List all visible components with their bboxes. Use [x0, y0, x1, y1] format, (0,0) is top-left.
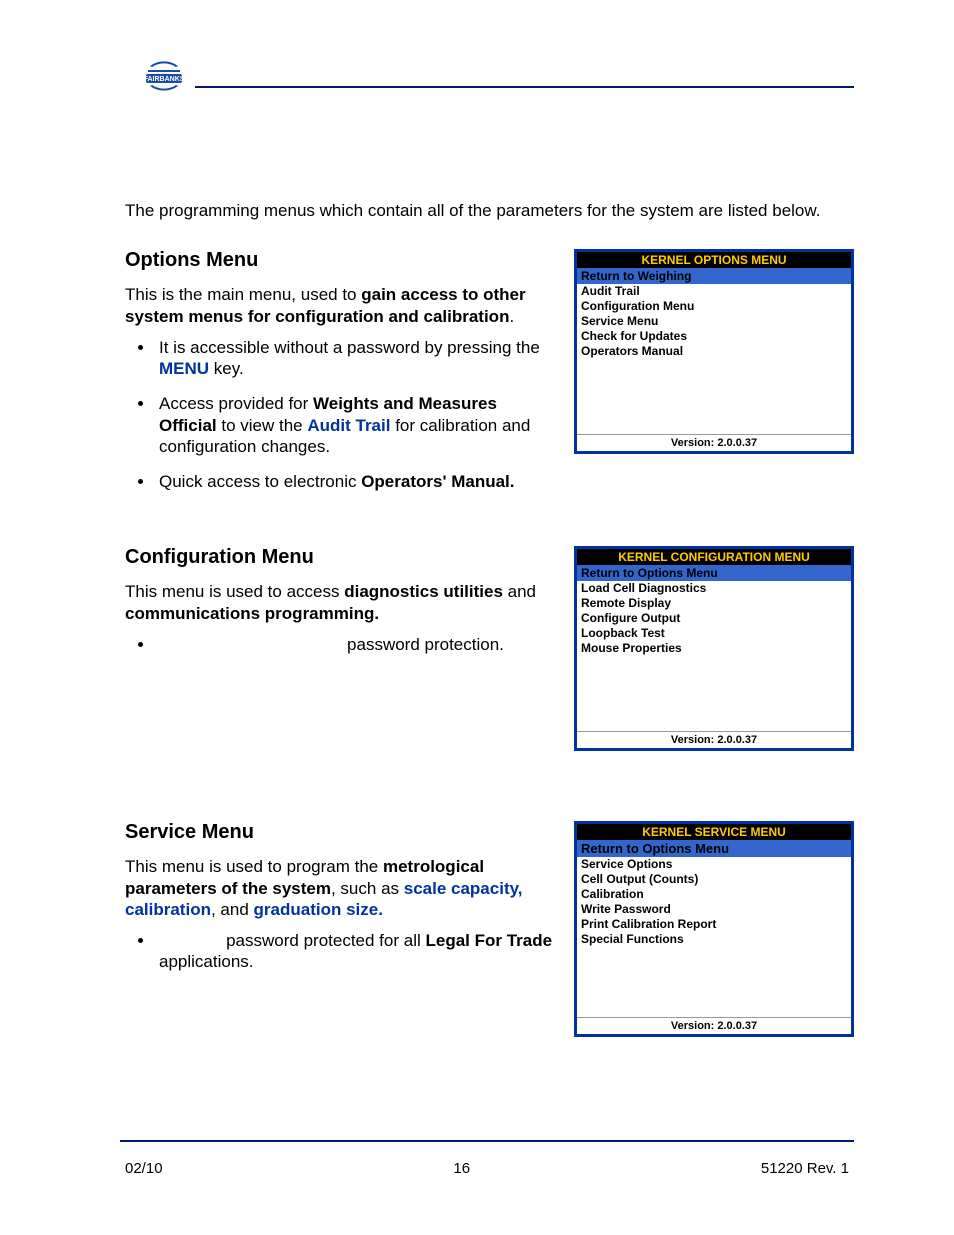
text-bold: communications programming. [125, 604, 379, 623]
service-heading: Service Menu [125, 821, 555, 844]
footer-rule [120, 1140, 854, 1142]
menu-item: Service Menu [581, 314, 847, 329]
list-item: It is accessible without a password prot… [155, 634, 555, 655]
text-blue: Audit Trail [307, 416, 390, 435]
intro-text: The programming menus which contain all … [125, 200, 854, 221]
options-heading: Options Menu [125, 249, 555, 272]
menu-item: Configure Output [581, 611, 847, 626]
service-section: Service Menu This menu is used to progra… [125, 821, 854, 1037]
menu-highlight: Return to Options Menu [577, 840, 851, 857]
menu-version: Version: 2.0.0.37 [577, 731, 851, 748]
list-item: Access provided for Weights and Measures… [155, 393, 555, 457]
text: This menu is used to access [125, 582, 344, 601]
menu-item: Operators Manual [581, 344, 847, 359]
text: Access provided for [159, 394, 313, 413]
menu-items: Load Cell Diagnostics Remote Display Con… [577, 581, 851, 731]
text-bold: Legal For Trade [425, 931, 552, 950]
text-blue: MENU [159, 359, 209, 378]
options-list: It is accessible without a password by p… [125, 337, 555, 493]
text: password protected for all [226, 931, 425, 950]
menu-item: Remote Display [581, 596, 847, 611]
text: . [509, 307, 514, 326]
menu-item: Service Options [581, 857, 847, 872]
options-para: This is the main menu, used to gain acce… [125, 284, 555, 327]
page: FAIRBANKS The programming menus which co… [0, 0, 954, 1235]
service-list: It is accepassword protected for all Leg… [125, 930, 555, 973]
config-section: Configuration Menu This menu is used to … [125, 546, 854, 751]
config-menu-screenshot: KERNEL CONFIGURATION MENU Return to Opti… [574, 546, 854, 751]
menu-item: Loopback Test [581, 626, 847, 641]
text: and [503, 582, 536, 601]
menu-highlight: Return to Weighing [577, 268, 851, 284]
footer-rev: 51220 Rev. 1 [761, 1160, 849, 1177]
config-text: Configuration Menu This menu is used to … [125, 546, 555, 669]
menu-item: Cell Output (Counts) [581, 872, 847, 887]
options-menu-screenshot: KERNEL OPTIONS MENU Return to Weighing A… [574, 249, 854, 454]
text: It is accessible without a password by p… [159, 338, 540, 357]
text-blue: graduation size. [254, 900, 383, 919]
menu-item: Configuration Menu [581, 299, 847, 314]
menu-item: Print Calibration Report [581, 917, 847, 932]
service-menu-screenshot: KERNEL SERVICE MENU Return to Options Me… [574, 821, 854, 1037]
menu-item: Calibration [581, 887, 847, 902]
menu-item: Special Functions [581, 932, 847, 947]
options-section: Options Menu This is the main menu, used… [125, 249, 854, 506]
list-item: It is accessible without a password by p… [155, 337, 555, 380]
config-heading: Configuration Menu [125, 546, 555, 569]
service-para: This menu is used to program the metrolo… [125, 856, 555, 920]
menu-items: Service Options Cell Output (Counts) Cal… [577, 857, 851, 1017]
text: key. [209, 359, 244, 378]
text: , such as [331, 879, 404, 898]
menu-title: KERNEL CONFIGURATION MENU [577, 549, 851, 565]
menu-version: Version: 2.0.0.37 [577, 1017, 851, 1034]
text-bold: Operators' Manual. [361, 472, 514, 491]
menu-title: KERNEL SERVICE MENU [577, 824, 851, 840]
menu-version: Version: 2.0.0.37 [577, 434, 851, 451]
service-text: Service Menu This menu is used to progra… [125, 821, 555, 986]
text-bold: diagnostics utilities [344, 582, 503, 601]
text: This is the main menu, used to [125, 285, 361, 304]
list-item: It is accepassword protected for all Leg… [155, 930, 555, 973]
menu-item: Audit Trail [581, 284, 847, 299]
footer-date: 02/10 [125, 1160, 163, 1177]
menu-item: Mouse Properties [581, 641, 847, 656]
svg-text:FAIRBANKS: FAIRBANKS [144, 76, 185, 83]
text: Quick access to electronic [159, 472, 361, 491]
list-item: Quick access to electronic Operators' Ma… [155, 471, 555, 492]
menu-highlight: Return to Options Menu [577, 565, 851, 581]
text: applications. [159, 952, 254, 971]
fairbanks-logo: FAIRBANKS [140, 48, 188, 96]
config-list: It is accessible without a password prot… [125, 634, 555, 655]
footer: 02/10 16 51220 Rev. 1 [125, 1160, 849, 1177]
text: This menu is used to program the [125, 857, 383, 876]
menu-items: Audit Trail Configuration Menu Service M… [577, 284, 851, 434]
menu-title: KERNEL OPTIONS MENU [577, 252, 851, 268]
text: password protection. [347, 635, 504, 654]
options-text: Options Menu This is the main menu, used… [125, 249, 555, 506]
config-para: This menu is used to access diagnostics … [125, 581, 555, 624]
text: , and [211, 900, 254, 919]
menu-item: Check for Updates [581, 329, 847, 344]
menu-item: Write Password [581, 902, 847, 917]
header-rule [195, 86, 854, 88]
content: The programming menus which contain all … [125, 200, 854, 1037]
text: to view the [217, 416, 308, 435]
footer-page: 16 [453, 1160, 470, 1177]
menu-item: Load Cell Diagnostics [581, 581, 847, 596]
